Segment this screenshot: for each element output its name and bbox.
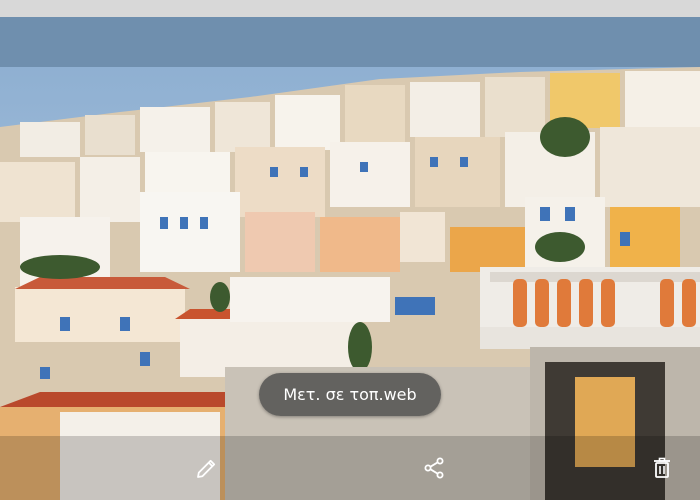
trash-icon (654, 457, 670, 478)
delete-button[interactable] (644, 450, 680, 486)
top-app-bar (0, 17, 700, 67)
pencil-icon (197, 459, 216, 478)
search-web-pill[interactable]: Μετ. σε τοπ.web (259, 373, 441, 416)
bottom-action-bar (0, 436, 700, 500)
status-strip (0, 0, 700, 17)
share-icon (424, 457, 444, 479)
edit-button[interactable] (189, 450, 225, 486)
share-button[interactable] (416, 450, 452, 486)
